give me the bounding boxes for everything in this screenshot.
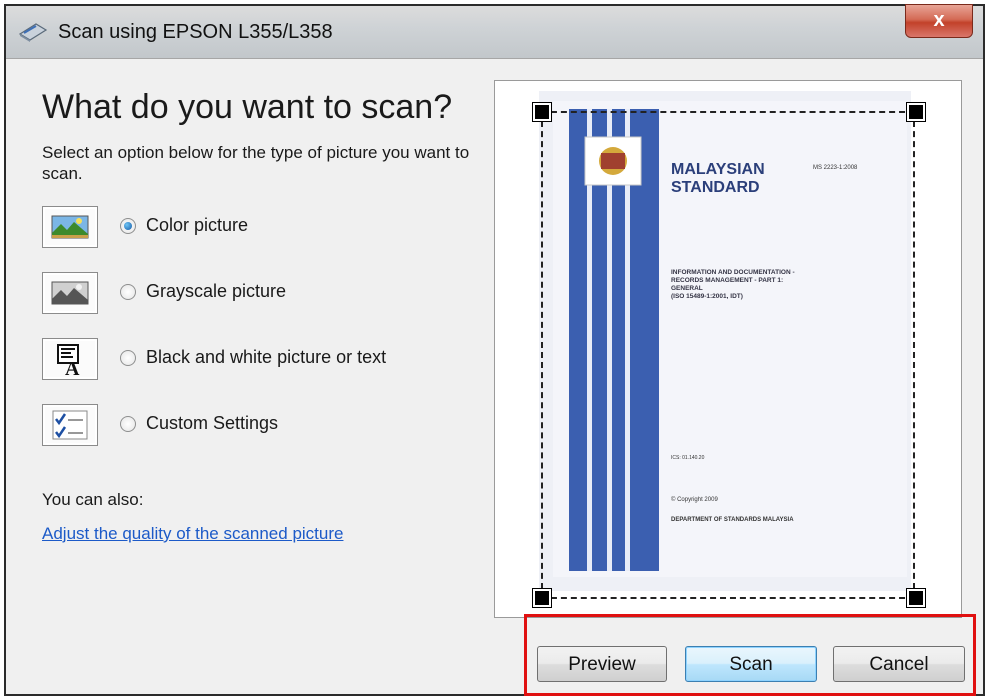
crop-handle-top-left[interactable] (533, 103, 551, 121)
adjust-quality-link[interactable]: Adjust the quality of the scanned pictur… (42, 524, 343, 544)
crop-handle-bottom-left[interactable] (533, 589, 551, 607)
crop-handle-top-right[interactable] (907, 103, 925, 121)
preview-button[interactable]: Preview (537, 646, 667, 682)
scan-dialog: Scan using EPSON L355/L358 x What do you… (4, 4, 985, 696)
close-icon: x (933, 9, 945, 31)
scan-preview-pane[interactable]: MALAYSIAN STANDARD MS 2223-1:2008 INFORM… (494, 80, 962, 618)
cancel-button[interactable]: Cancel (833, 646, 965, 682)
crop-handle-bottom-right[interactable] (907, 589, 925, 607)
grayscale-picture-radio[interactable] (120, 284, 136, 300)
black-white-radio[interactable] (120, 350, 136, 366)
custom-settings-label[interactable]: Custom Settings (146, 413, 278, 434)
close-button[interactable]: x (905, 4, 973, 38)
title-bar: Scan using EPSON L355/L358 x (6, 4, 983, 59)
crop-frame[interactable] (541, 111, 915, 599)
black-white-text-icon[interactable]: A (42, 338, 98, 380)
dialog-body: What do you want to scan? Select an opti… (14, 66, 976, 696)
instructions-text: Select an option below for the type of p… (42, 143, 470, 183)
grayscale-picture-icon[interactable] (42, 272, 98, 314)
you-can-also-label: You can also: (42, 490, 144, 509)
custom-settings-radio[interactable] (120, 416, 136, 432)
page-title: What do you want to scan? (42, 88, 453, 126)
color-picture-label[interactable]: Color picture (146, 215, 248, 236)
color-picture-radio[interactable] (120, 218, 136, 234)
custom-settings-icon[interactable] (42, 404, 98, 446)
window-title: Scan using EPSON L355/L358 (58, 21, 333, 43)
svg-text:A: A (65, 358, 80, 379)
scanner-icon (18, 23, 48, 42)
action-buttons-highlight: Preview Scan Cancel (524, 614, 976, 696)
scan-button[interactable]: Scan (685, 646, 817, 682)
grayscale-picture-label[interactable]: Grayscale picture (146, 281, 286, 302)
black-white-label[interactable]: Black and white picture or text (146, 347, 386, 368)
color-picture-icon[interactable] (42, 206, 98, 248)
